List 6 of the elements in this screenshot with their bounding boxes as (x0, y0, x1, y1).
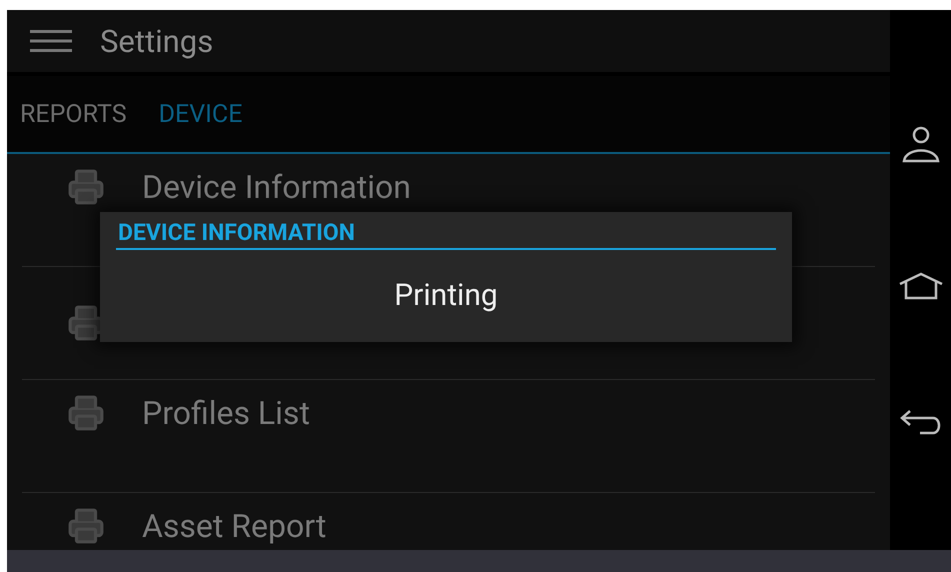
dialog-title: DEVICE INFORMATION (118, 221, 355, 244)
item-label: Device Information (142, 168, 411, 206)
item-label: Asset Report (142, 507, 326, 545)
item-label: Profiles List (142, 394, 310, 432)
app-title: Settings (100, 26, 214, 56)
dialog-message: Printing (394, 281, 498, 311)
